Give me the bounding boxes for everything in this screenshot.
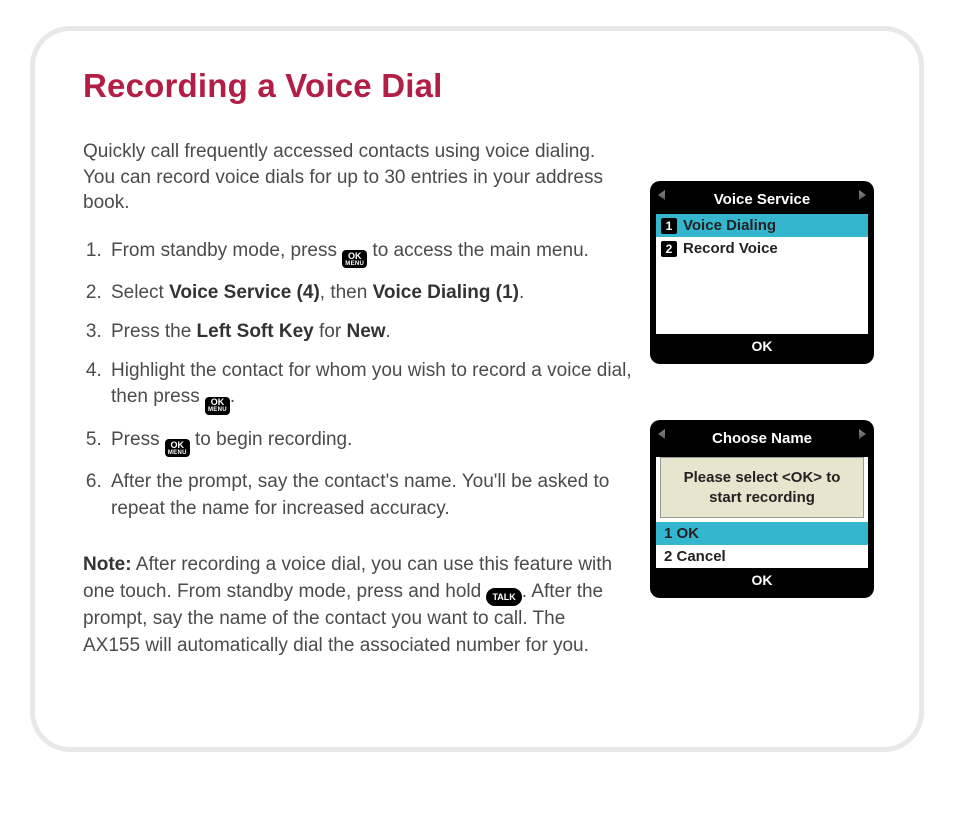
phone1-item-1-num: 1 [661,218,677,234]
phone2-footer: OK [656,568,868,592]
phone2-prompt: Please select <OK> to start recording [660,457,864,518]
ok-menu-key-icon: OKMENU [342,250,367,268]
step-2: Select Voice Service (4), then Voice Dia… [107,280,637,307]
step-5: Press OKMENU to begin recording. [107,427,637,458]
phone1-item-1-label: Voice Dialing [683,217,776,234]
step-1-text-b: to access the main menu. [367,240,589,261]
step-2-bold-2: Voice Dialing (1) [373,282,519,303]
phone1-title: Voice Service [656,187,868,214]
step-5-text-a: Press [111,429,165,450]
phone1-item-2-label: Record Voice [683,240,778,257]
step-3: Press the Left Soft Key for New. [107,319,637,346]
step-4-text-a: Highlight the contact for whom you wish … [111,360,632,408]
page-title: Recording a Voice Dial [83,67,871,105]
ok-menu-key-icon: OKMENU [205,397,230,415]
step-6: After the prompt, say the contact's name… [107,469,637,522]
phone1-footer: OK [656,334,868,358]
step-3-bold-1: Left Soft Key [197,321,314,342]
step-3-bold-2: New [346,321,385,342]
step-2-text-a: Select [111,282,169,303]
talk-key-icon: TALK [486,588,521,606]
note-label: Note: [83,554,132,575]
phone1-item-1: 1 Voice Dialing [656,214,868,237]
step-1-text-a: From standby mode, press [111,240,342,261]
intro-text: Quickly call frequently accessed contact… [83,139,603,216]
ok-text: OK [171,441,185,450]
step-2-text-e: . [519,282,524,303]
phone-screen-choose-name: Choose Name Please select <OK> to start … [650,420,874,598]
step-2-text-c: , then [320,282,373,303]
phone2-title: Choose Name [656,426,868,453]
step-3-text-c: for [314,321,347,342]
page-frame: Recording a Voice Dial Quickly call freq… [30,26,924,752]
phone2-item-2: 2 Cancel [656,545,868,568]
step-4-text-b: . [230,386,235,407]
phone1-item-2: 2 Record Voice [656,237,868,260]
step-1: From standby mode, press OKMENU to acces… [107,238,637,269]
phone-screen-voice-service: Voice Service 1 Voice Dialing 2 Record V… [650,181,874,364]
step-4: Highlight the contact for whom you wish … [107,358,637,415]
phone1-body: 1 Voice Dialing 2 Record Voice [656,214,868,334]
page-inner: Recording a Voice Dial Quickly call freq… [35,31,919,747]
step-2-bold-1: Voice Service (4) [169,282,320,303]
phone-screenshots: Voice Service 1 Voice Dialing 2 Record V… [650,181,875,654]
step-3-text-e: . [386,321,391,342]
ok-text: OK [211,398,225,407]
menu-text: MENU [208,407,227,413]
steps-list: From standby mode, press OKMENU to acces… [83,238,637,522]
phone1-item-2-num: 2 [661,241,677,257]
ok-text: OK [348,252,362,261]
step-3-text-a: Press the [111,321,197,342]
menu-text: MENU [345,261,364,267]
step-5-text-b: to begin recording. [190,429,353,450]
menu-text: MENU [168,450,187,456]
note-block: Note: After recording a voice dial, you … [83,552,613,659]
phone2-item-1: 1 OK [656,522,868,545]
phone2-body: Please select <OK> to start recording 1 … [656,457,868,568]
ok-menu-key-icon: OKMENU [165,439,190,457]
